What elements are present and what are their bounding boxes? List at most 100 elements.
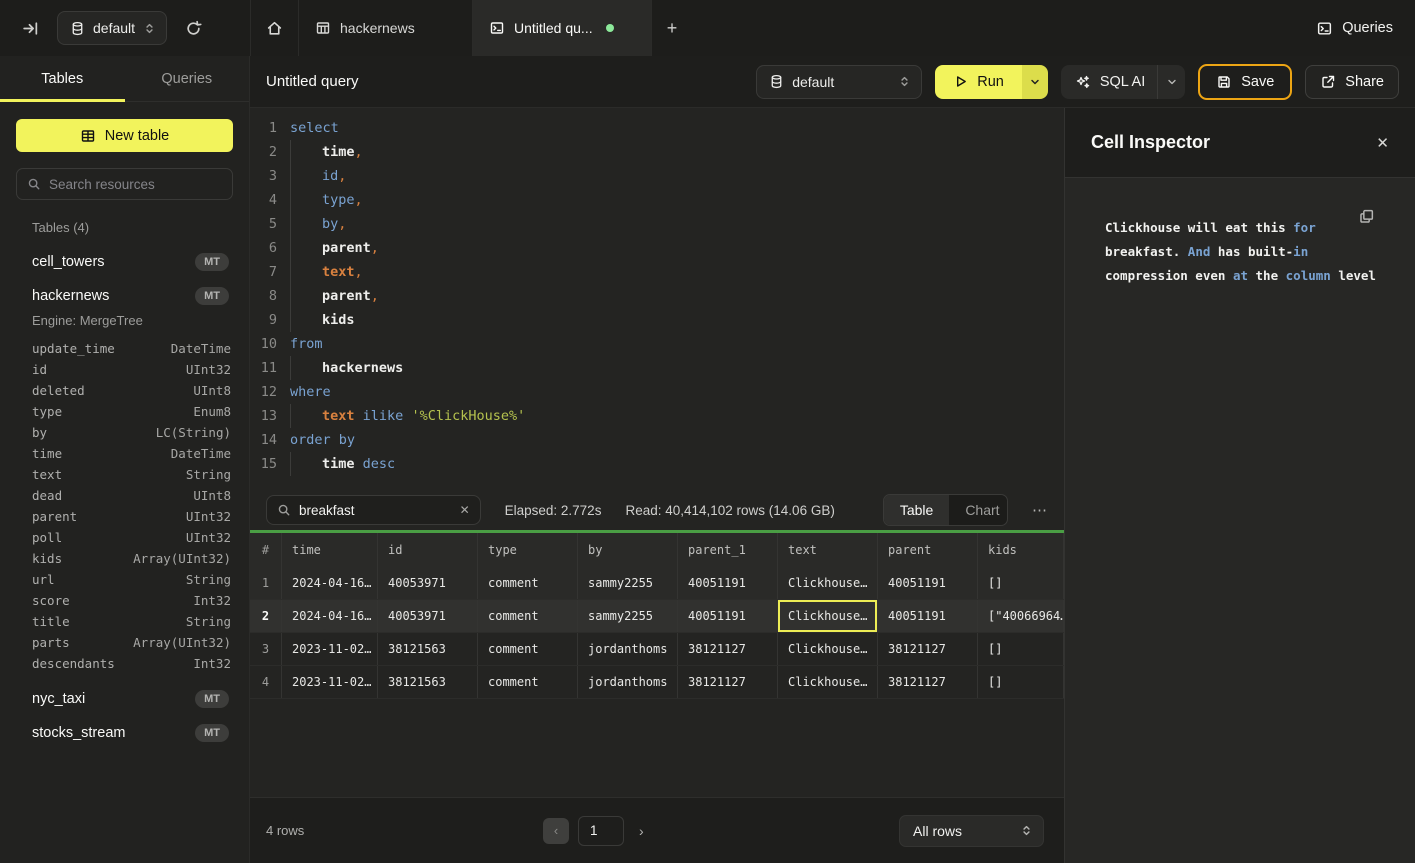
table-cell[interactable]: 38121127 <box>878 666 978 698</box>
token: where <box>290 384 331 400</box>
column-header-id[interactable]: id <box>378 533 478 567</box>
page-size-selector[interactable]: All rows <box>899 815 1044 847</box>
resource-search[interactable] <box>16 168 233 200</box>
column-header-type[interactable]: type <box>478 533 578 567</box>
table-cell[interactable]: 38121127 <box>678 633 778 665</box>
line-text: by, <box>322 212 346 236</box>
column-header-time[interactable]: time <box>282 533 378 567</box>
tab-home[interactable] <box>251 0 299 56</box>
column-header-kids[interactable]: kids <box>978 533 1064 567</box>
table-cell[interactable]: 40051191 <box>878 567 978 599</box>
view-toggle-chart[interactable]: Chart <box>949 495 1008 525</box>
table-cell[interactable]: Clickhouse… <box>778 666 878 698</box>
cell-inspector-panel: Cell Inspector ✕ Clickhouse will eat thi… <box>1064 108 1415 863</box>
editor-line: 7text, <box>250 260 1064 284</box>
database-selector-top[interactable]: default <box>57 11 167 45</box>
table-cell[interactable]: 40051191 <box>678 600 778 632</box>
table-cell[interactable]: 38121127 <box>878 633 978 665</box>
column-header-by[interactable]: by <box>578 533 678 567</box>
resource-search-input[interactable] <box>49 177 222 192</box>
database-selector-toolbar[interactable]: default <box>756 65 922 99</box>
table-cell[interactable]: Clickhouse… <box>778 633 878 665</box>
more-options-button[interactable]: ⋯ <box>1032 501 1048 519</box>
sidebar-table-hackernews[interactable]: hackernewsMT <box>16 279 233 313</box>
sidebar-tab-queries[interactable]: Queries <box>125 56 250 101</box>
table-cell[interactable]: Clickhouse… <box>778 567 878 599</box>
table-row[interactable]: 12024-04-16…40053971commentsammy22554005… <box>250 567 1064 600</box>
line-code: time desc <box>290 452 1064 476</box>
column-header-#[interactable]: # <box>250 533 282 567</box>
table-cell[interactable]: comment <box>478 567 578 599</box>
tab-untitled-query[interactable]: Untitled qu... <box>473 0 652 56</box>
queries-button[interactable]: Queries <box>1316 20 1393 37</box>
table-row[interactable]: 42023-11-02…38121563commentjordanthoms38… <box>250 666 1064 699</box>
table-row[interactable]: 22024-04-16…40053971commentsammy22554005… <box>250 600 1064 633</box>
sql-ai-options-button[interactable] <box>1157 65 1185 99</box>
table-cell[interactable]: 40051191 <box>878 600 978 632</box>
clear-search-button[interactable]: ✕ <box>460 503 470 517</box>
column-header-parent_1[interactable]: parent_1 <box>678 533 778 567</box>
row-number: 3 <box>250 633 282 665</box>
table-cell[interactable]: 40053971 <box>378 600 478 632</box>
table-cell[interactable]: [] <box>978 666 1064 698</box>
new-table-button[interactable]: New table <box>16 119 233 152</box>
table-cell[interactable]: 38121563 <box>378 666 478 698</box>
table-cell[interactable]: ["40066964… <box>978 600 1064 632</box>
column-type: UInt32 <box>186 530 231 545</box>
table-cell[interactable]: 38121127 <box>678 666 778 698</box>
table-cell[interactable]: comment <box>478 633 578 665</box>
line-number: 10 <box>250 332 290 356</box>
save-button[interactable]: Save <box>1198 64 1292 100</box>
table-cell[interactable]: jordanthoms <box>578 633 678 665</box>
column-header-parent[interactable]: parent <box>878 533 978 567</box>
run-button[interactable]: Run <box>935 65 1022 99</box>
editor-line: 1select <box>250 116 1064 140</box>
line-number: 3 <box>250 164 290 188</box>
column-type: String <box>186 572 231 587</box>
run-options-button[interactable] <box>1022 65 1048 99</box>
column-header-text[interactable]: text <box>778 533 878 567</box>
row-count: 4 rows <box>266 823 304 838</box>
table-cell[interactable]: Clickhouse… <box>778 600 878 632</box>
collapse-sidebar-button[interactable] <box>18 16 43 41</box>
table-row[interactable]: 32023-11-02…38121563commentjordanthoms38… <box>250 633 1064 666</box>
share-button[interactable]: Share <box>1305 65 1399 99</box>
column-type: String <box>186 614 231 629</box>
cell-value-token: column <box>1286 268 1331 283</box>
sidebar-table-cell_towers[interactable]: cell_towersMT <box>16 245 233 279</box>
tab-hackernews[interactable]: hackernews <box>299 0 473 56</box>
table-cell[interactable]: comment <box>478 666 578 698</box>
token: '%ClickHouse%' <box>411 408 525 424</box>
table-cell[interactable]: comment <box>478 600 578 632</box>
page-number-input[interactable] <box>578 816 624 846</box>
table-cell[interactable]: sammy2255 <box>578 567 678 599</box>
refresh-button[interactable] <box>181 16 206 41</box>
new-tab-button[interactable]: + <box>652 0 692 56</box>
line-number: 8 <box>250 284 290 308</box>
sidebar-tab-tables[interactable]: Tables <box>0 56 125 101</box>
indent-guide <box>290 404 291 428</box>
table-cell[interactable]: jordanthoms <box>578 666 678 698</box>
table-cell[interactable]: 40053971 <box>378 567 478 599</box>
previous-page-button[interactable]: ‹ <box>543 818 569 844</box>
results-search-input[interactable] <box>299 503 452 518</box>
next-page-button[interactable]: › <box>633 823 650 839</box>
table-cell[interactable]: sammy2255 <box>578 600 678 632</box>
table-cell[interactable]: 40051191 <box>678 567 778 599</box>
table-cell[interactable]: [] <box>978 567 1064 599</box>
table-cell[interactable]: 2023-11-02… <box>282 666 378 698</box>
sidebar-table-stocks_stream[interactable]: stocks_streamMT <box>16 716 233 750</box>
table-cell[interactable]: [] <box>978 633 1064 665</box>
copy-cell-button[interactable] <box>1358 208 1375 225</box>
table-cell[interactable]: 2024-04-16… <box>282 567 378 599</box>
table-cell[interactable]: 38121563 <box>378 633 478 665</box>
table-cell[interactable]: 2024-04-16… <box>282 600 378 632</box>
sql-editor[interactable]: 1select2time,3id,4type,5by,6parent,7text… <box>250 108 1064 490</box>
line-code: text ilike '%ClickHouse%' <box>290 404 1064 428</box>
close-inspector-button[interactable]: ✕ <box>1376 134 1389 152</box>
view-toggle-table[interactable]: Table <box>884 495 949 525</box>
results-search[interactable]: ✕ <box>266 495 481 525</box>
table-cell[interactable]: 2023-11-02… <box>282 633 378 665</box>
sql-ai-button[interactable]: SQL AI <box>1061 74 1157 90</box>
sidebar-table-nyc_taxi[interactable]: nyc_taxiMT <box>16 682 233 716</box>
